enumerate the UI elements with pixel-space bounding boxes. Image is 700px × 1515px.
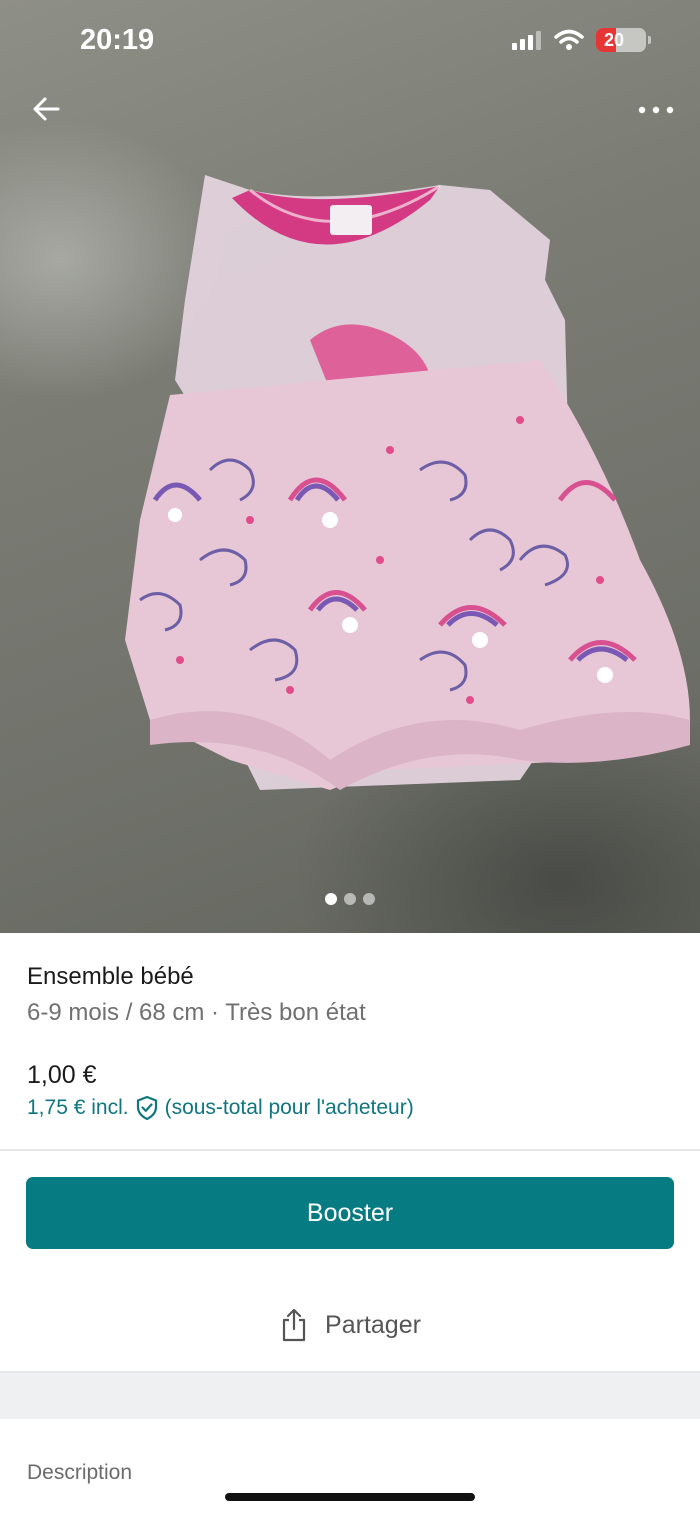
home-indicator[interactable] bbox=[225, 1493, 475, 1501]
battery-icon: 20 bbox=[596, 28, 651, 52]
product-photo[interactable]: 20:19 20 bbox=[0, 0, 700, 933]
divider bbox=[0, 1149, 700, 1151]
wifi-icon bbox=[554, 29, 584, 50]
buyer-protection-price[interactable]: 1,75 € incl. (sous-total pour l'acheteur… bbox=[27, 1095, 414, 1121]
booster-button[interactable]: Booster bbox=[26, 1177, 674, 1249]
back-button[interactable] bbox=[26, 88, 68, 130]
price-incl-note: (sous-total pour l'acheteur) bbox=[164, 1096, 414, 1119]
share-label: Partager bbox=[325, 1310, 421, 1339]
pagination-dot[interactable] bbox=[325, 893, 337, 905]
product-title: Ensemble bébé bbox=[27, 963, 194, 990]
status-icons: 20 bbox=[512, 28, 651, 52]
back-arrow-icon bbox=[33, 97, 60, 121]
status-time: 20:19 bbox=[80, 24, 155, 56]
product-price: 1,00 € bbox=[27, 1061, 97, 1089]
garment-image bbox=[125, 175, 690, 790]
description-label: Description bbox=[27, 1461, 133, 1484]
more-options-icon bbox=[638, 106, 674, 114]
share-icon bbox=[282, 1308, 306, 1342]
share-button[interactable]: Partager bbox=[0, 1290, 700, 1360]
battery-percent: 20 bbox=[604, 29, 625, 50]
pagination-dot[interactable] bbox=[344, 893, 356, 905]
section-separator bbox=[0, 1373, 700, 1419]
product-subtitle: 6-9 mois / 68 cm · Très bon état bbox=[27, 999, 366, 1026]
photo-pagination bbox=[0, 893, 700, 905]
signal-icon bbox=[512, 31, 541, 50]
pagination-dot[interactable] bbox=[363, 893, 375, 905]
shield-check-icon bbox=[136, 1095, 157, 1121]
more-options-button[interactable] bbox=[636, 90, 676, 130]
price-incl-value: 1,75 € incl. bbox=[27, 1096, 129, 1119]
